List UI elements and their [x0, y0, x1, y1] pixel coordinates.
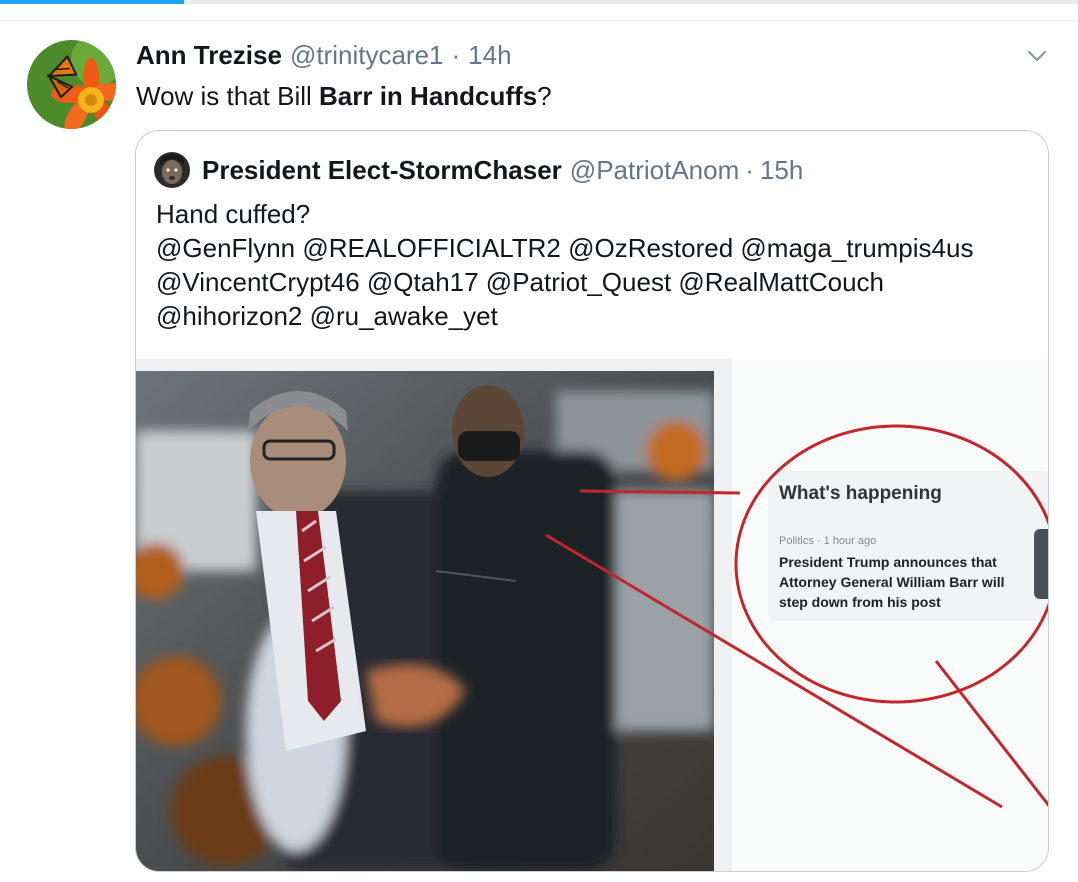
author-name[interactable]: Ann Trezise — [136, 40, 282, 71]
tweet-header: Ann Trezise @trinitycare1 · 14h — [136, 40, 512, 74]
media-photo — [136, 371, 714, 871]
author-avatar[interactable] — [27, 40, 116, 129]
quoted-meta-separator: · — [745, 154, 754, 185]
mention-line[interactable]: @hihorizon2 @ru_awake_yet — [156, 299, 1036, 333]
meta-separator: · — [451, 40, 461, 70]
trending-headline: President Trump announces that Attorney … — [779, 554, 1005, 610]
timeline-divider — [0, 20, 1078, 21]
quoted-tweet-header: President Elect-StormChaser @PatriotAnom… — [154, 152, 804, 188]
tweet-text-part: Wow is that Bill — [136, 81, 320, 111]
trending-title: What's happening — [779, 483, 942, 504]
quoted-tweet-media[interactable]: What's happening Politics · 1 hour ago P… — [136, 359, 1048, 871]
quoted-author-name: President Elect-StormChaser — [202, 154, 562, 185]
chevron-down-icon[interactable] — [1024, 46, 1050, 66]
quoted-text-line: Hand cuffed? — [156, 199, 311, 229]
tweet-text: Wow is that Bill Barr in Handcuffs? — [136, 80, 552, 112]
tweet-timestamp[interactable]: 14h — [468, 40, 511, 71]
quoted-author-handle: @PatriotAnom — [569, 154, 740, 185]
tweet-text-bold: Barr in Handcuffs — [319, 81, 538, 111]
mention-line[interactable]: @GenFlynn @REALOFFICIALTR2 @OzRestored @… — [156, 231, 1036, 265]
active-tab-indicator — [0, 0, 184, 4]
quoted-tweet-text: Hand cuffed? @GenFlynn @REALOFFICIALTR2 … — [156, 197, 1036, 333]
tweet-text-part: ? — [537, 81, 552, 111]
author-handle[interactable]: @trinitycare1 — [290, 40, 444, 71]
quoted-tweet-card[interactable]: President Elect-StormChaser @PatriotAnom… — [135, 130, 1049, 872]
mention-line[interactable]: @VincentCrypt46 @Qtah17 @Patriot_Quest @… — [156, 265, 1036, 299]
trending-thumbnail — [1034, 529, 1048, 599]
trending-meta: Politics · 1 hour ago — [779, 535, 877, 547]
top-tab-strip — [0, 0, 1078, 4]
quoted-timestamp: 15h — [759, 154, 804, 185]
quoted-author-avatar — [154, 152, 190, 188]
